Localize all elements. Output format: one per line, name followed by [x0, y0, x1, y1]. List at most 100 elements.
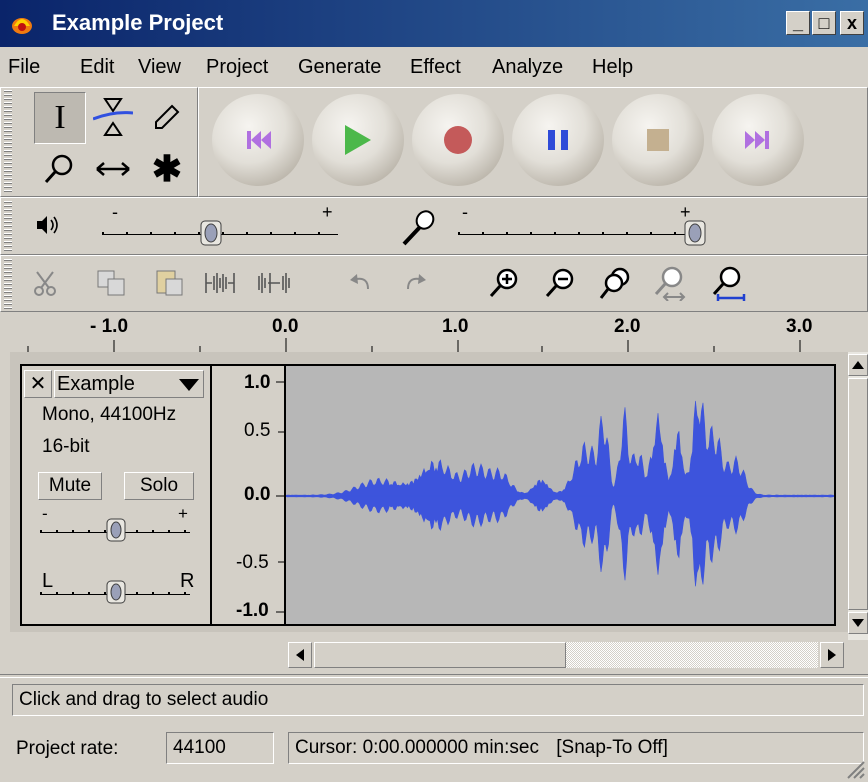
fit-project-button[interactable]: [650, 263, 690, 303]
redo-button[interactable]: [396, 263, 436, 303]
toolbar-grip[interactable]: [4, 259, 12, 309]
redo-icon: [407, 274, 426, 290]
snap-status: [Snap-To Off]: [556, 737, 668, 758]
zoom-in-button[interactable]: [484, 263, 524, 303]
scroll-right-button[interactable]: [820, 642, 844, 668]
timeline-ruler[interactable]: - 1.0 0.0 1.0 2.0 3.0: [22, 312, 848, 353]
selection-icon: I: [54, 99, 66, 136]
gain-plus-label: +: [178, 504, 188, 523]
track-pan-slider[interactable]: L R: [40, 562, 200, 604]
stop-button[interactable]: [612, 94, 704, 186]
track-gain-slider[interactable]: - +: [40, 504, 196, 546]
gain-minus-label: -: [42, 504, 48, 523]
scroll-up-button[interactable]: [848, 354, 868, 376]
skip-start-button[interactable]: [212, 94, 304, 186]
slider-thumb[interactable]: [106, 518, 126, 542]
horizontal-scroll-track[interactable]: [566, 642, 818, 668]
vertical-scrollbar[interactable]: [848, 352, 868, 640]
magnifier-icon: [44, 154, 73, 184]
zoom-out-button[interactable]: [540, 263, 580, 303]
scissors-icon: [34, 271, 56, 296]
arrow-left-icon: [296, 649, 304, 661]
cursor-position-field: Cursor: 0:00.000000 min:sec [Snap-To Off…: [288, 732, 864, 764]
menu-file[interactable]: File: [8, 56, 40, 79]
paste-icon: [156, 270, 183, 296]
slider-thumb[interactable]: [684, 220, 706, 246]
skip-end-icon: [745, 131, 769, 149]
zoom-out-icon: [545, 268, 574, 298]
scale-label: 1.0: [244, 372, 271, 393]
menu-effect[interactable]: Effect: [410, 56, 461, 79]
draw-tool-button[interactable]: [142, 92, 192, 142]
track-name-dropdown[interactable]: Example: [54, 370, 204, 398]
waveform-path: [286, 400, 834, 587]
skip-end-button[interactable]: [712, 94, 804, 186]
track-rate-info: Mono, 44100Hz: [42, 404, 177, 425]
undo-button[interactable]: [340, 263, 380, 303]
menu-edit[interactable]: Edit: [80, 56, 114, 79]
menu-analyze[interactable]: Analyze: [492, 56, 563, 79]
record-button[interactable]: [412, 94, 504, 186]
cursor-readout: Cursor: 0:00.000000 min:sec: [295, 737, 539, 758]
zoom-toggle-button[interactable]: [708, 263, 748, 303]
slider-thumb[interactable]: [200, 220, 222, 246]
separator: [0, 674, 868, 678]
scale-label: -0.5: [236, 552, 269, 573]
silence-button[interactable]: [254, 263, 294, 303]
trim-button[interactable]: [200, 263, 240, 303]
time-shift-icon: [96, 162, 130, 176]
pencil-icon: [155, 104, 180, 129]
chevron-down-icon: [179, 379, 199, 391]
track-bits-info: 16-bit: [42, 436, 90, 457]
resize-grip-icon[interactable]: [842, 756, 866, 780]
mute-button[interactable]: Mute: [38, 472, 102, 500]
horizontal-scroll-thumb[interactable]: [314, 642, 566, 668]
menu-generate[interactable]: Generate: [298, 56, 381, 79]
solo-button[interactable]: Solo: [124, 472, 194, 500]
undo-icon: [350, 274, 369, 290]
copy-icon: [97, 270, 125, 296]
project-rate-field[interactable]: 44100: [166, 732, 274, 764]
toolbar-grip[interactable]: [4, 201, 12, 251]
zoom-tool-button[interactable]: [34, 144, 84, 194]
arrow-right-icon: [828, 649, 836, 661]
microphone-icon: [402, 210, 435, 246]
waveform-display[interactable]: [286, 364, 836, 626]
horizontal-scrollbar[interactable]: [0, 640, 848, 674]
menu-view[interactable]: View: [138, 56, 181, 79]
fit-selection-button[interactable]: [596, 263, 636, 303]
play-button[interactable]: [312, 94, 404, 186]
cut-button[interactable]: [26, 263, 66, 303]
maximize-button[interactable]: □: [812, 11, 836, 35]
multi-tool-button[interactable]: ✱: [142, 144, 192, 194]
menu-project[interactable]: Project: [206, 56, 268, 79]
audacity-logo-icon: [12, 18, 32, 34]
slider-thumb[interactable]: [106, 580, 126, 604]
toolbar-grip[interactable]: [4, 90, 12, 194]
ruler-tick-label: 0.0: [272, 316, 299, 337]
copy-button[interactable]: [92, 263, 132, 303]
scroll-down-button[interactable]: [848, 612, 868, 634]
scroll-left-button[interactable]: [288, 642, 312, 668]
track-close-button[interactable]: ✕: [24, 370, 52, 398]
selection-tool-button[interactable]: I: [34, 92, 86, 144]
ruler-tick-label: 1.0: [442, 316, 469, 337]
silence-icon: [258, 273, 290, 293]
track-control-panel: ✕ Example Mono, 44100Hz 16-bit Mute Solo…: [20, 364, 212, 626]
recording-volume-slider[interactable]: - +: [456, 202, 716, 246]
ruler-tick-label: - 1.0: [90, 316, 129, 337]
zoom-in-icon: [489, 268, 518, 298]
pause-button[interactable]: [512, 94, 604, 186]
vertical-scroll-thumb[interactable]: [848, 378, 868, 610]
close-button[interactable]: x: [840, 11, 864, 35]
minimize-button[interactable]: _: [786, 11, 810, 35]
playback-volume-slider[interactable]: - +: [100, 202, 340, 246]
envelope-tool-button[interactable]: [88, 92, 138, 142]
timeshift-tool-button[interactable]: [88, 144, 138, 194]
zoom-selection-icon: [599, 267, 630, 299]
ruler-tick-label: 3.0: [786, 316, 813, 337]
scale-label: -1.0: [236, 600, 269, 621]
menu-help[interactable]: Help: [592, 56, 633, 79]
arrow-down-icon: [852, 619, 864, 627]
paste-button[interactable]: [150, 263, 190, 303]
